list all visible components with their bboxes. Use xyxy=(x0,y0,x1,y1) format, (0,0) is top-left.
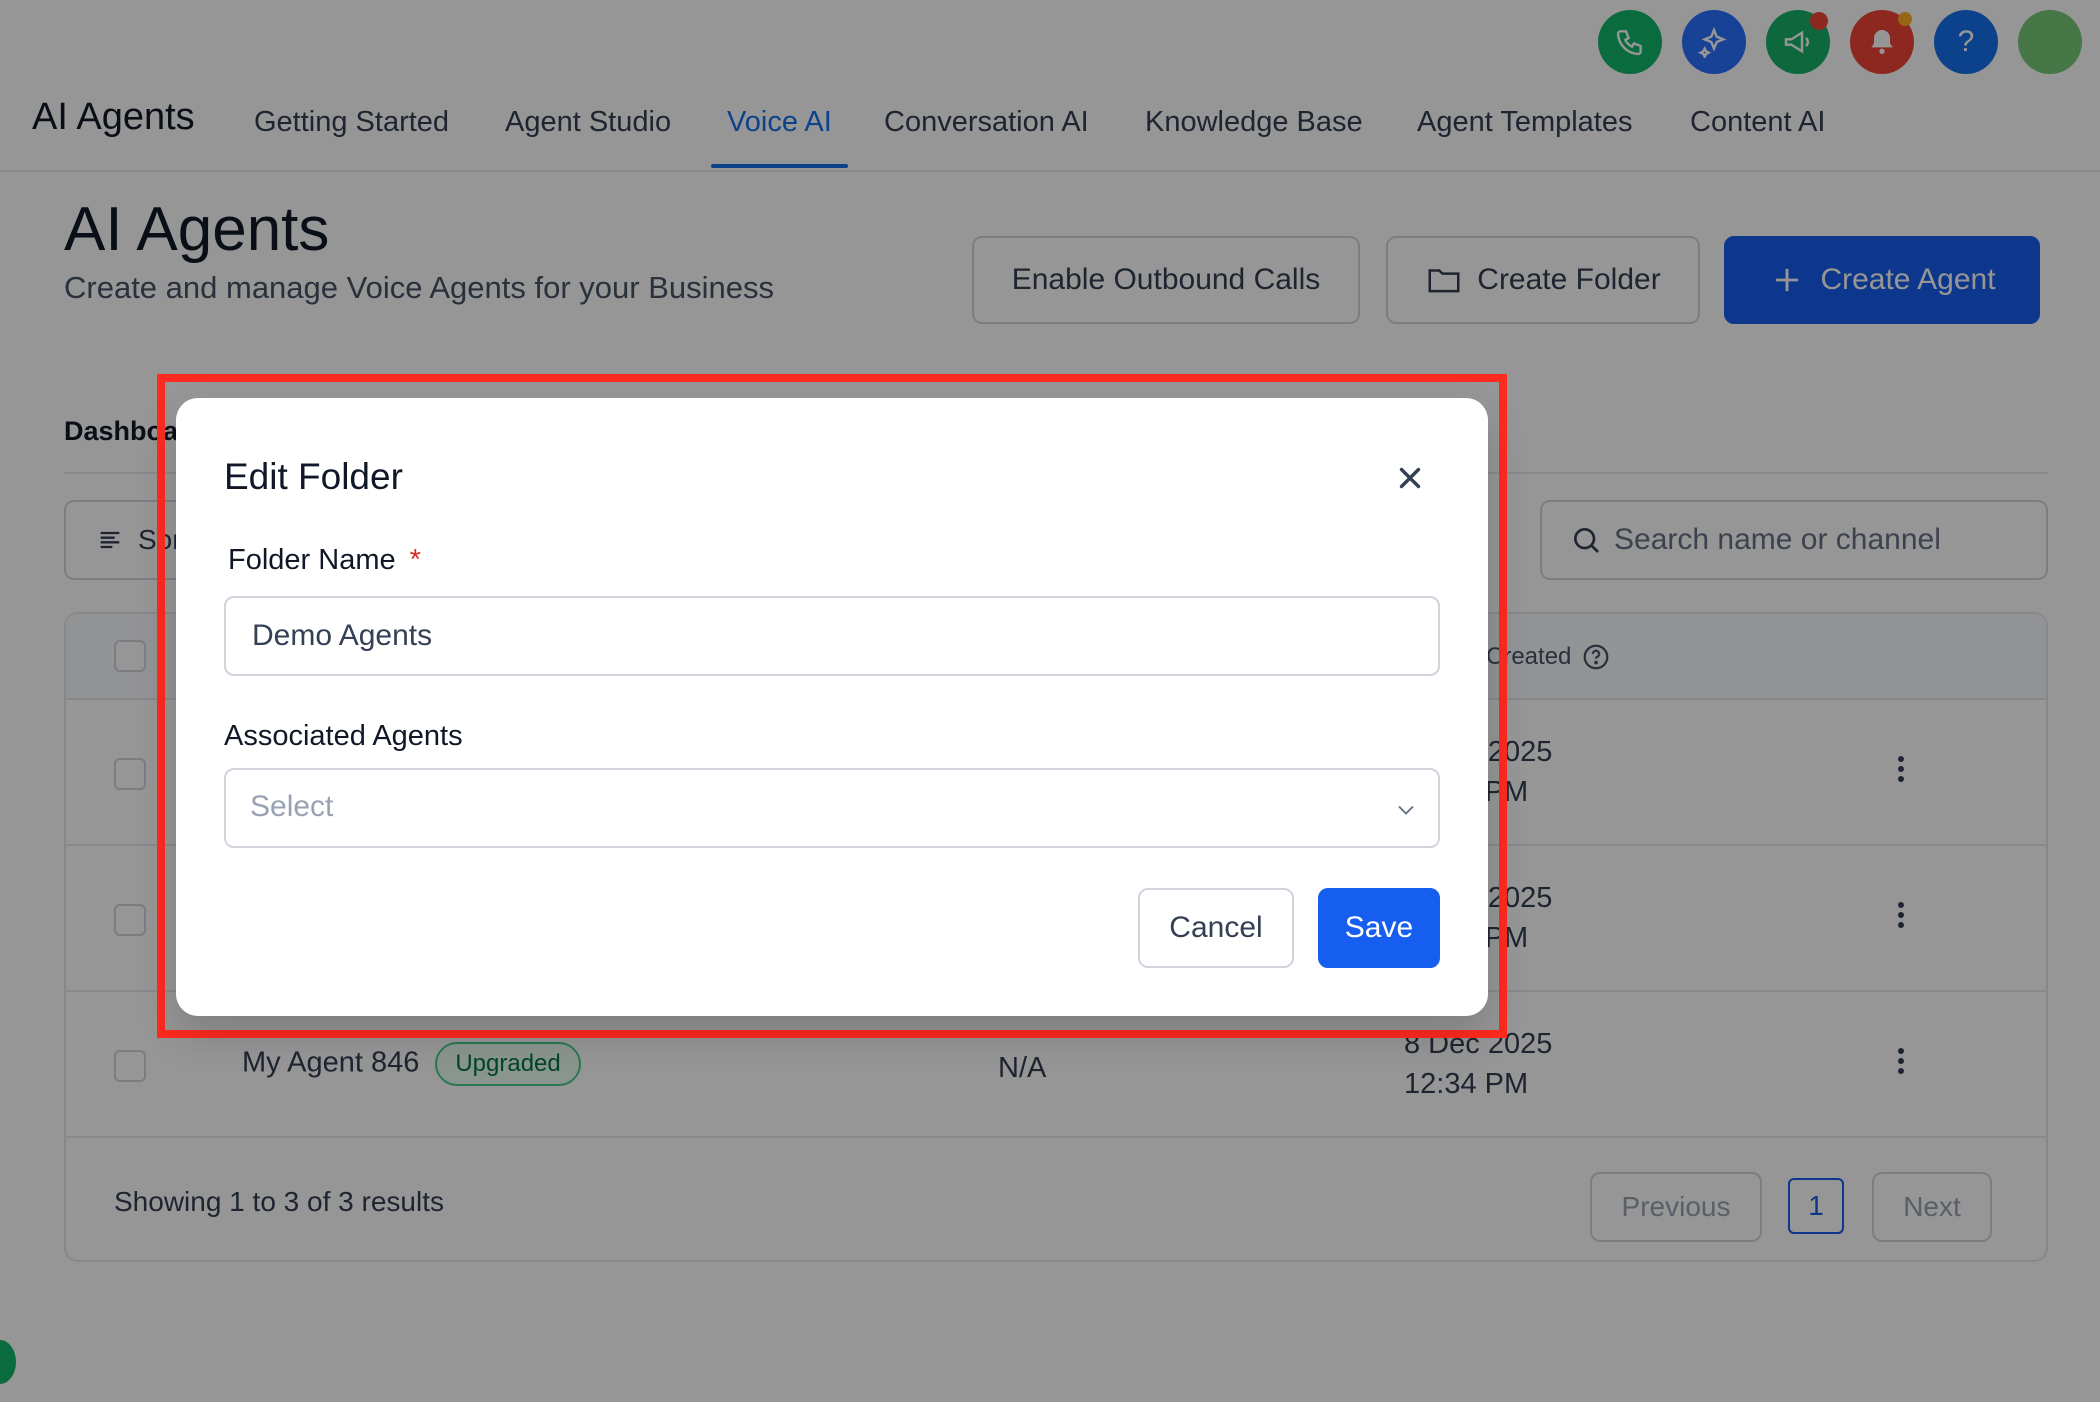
modal-title: Edit Folder xyxy=(224,456,403,497)
cancel-button[interactable]: Cancel xyxy=(1138,888,1294,968)
save-button[interactable]: Save xyxy=(1318,888,1440,968)
required-asterisk: * xyxy=(409,544,421,576)
folder-name-label-text: Folder Name xyxy=(228,544,396,576)
associated-agents-placeholder: Select xyxy=(250,790,334,823)
folder-name-field-wrapper xyxy=(224,596,1440,676)
folder-name-input[interactable] xyxy=(226,598,1438,674)
associated-agents-select[interactable]: Select xyxy=(224,768,1440,848)
folder-name-label: Folder Name * xyxy=(228,544,421,577)
edit-folder-modal: Edit Folder Folder Name * Associated Agen… xyxy=(176,398,1488,1016)
chevron-down-icon xyxy=(1398,805,1414,815)
associated-agents-label: Associated Agents xyxy=(224,720,463,752)
close-icon[interactable] xyxy=(1390,458,1430,498)
